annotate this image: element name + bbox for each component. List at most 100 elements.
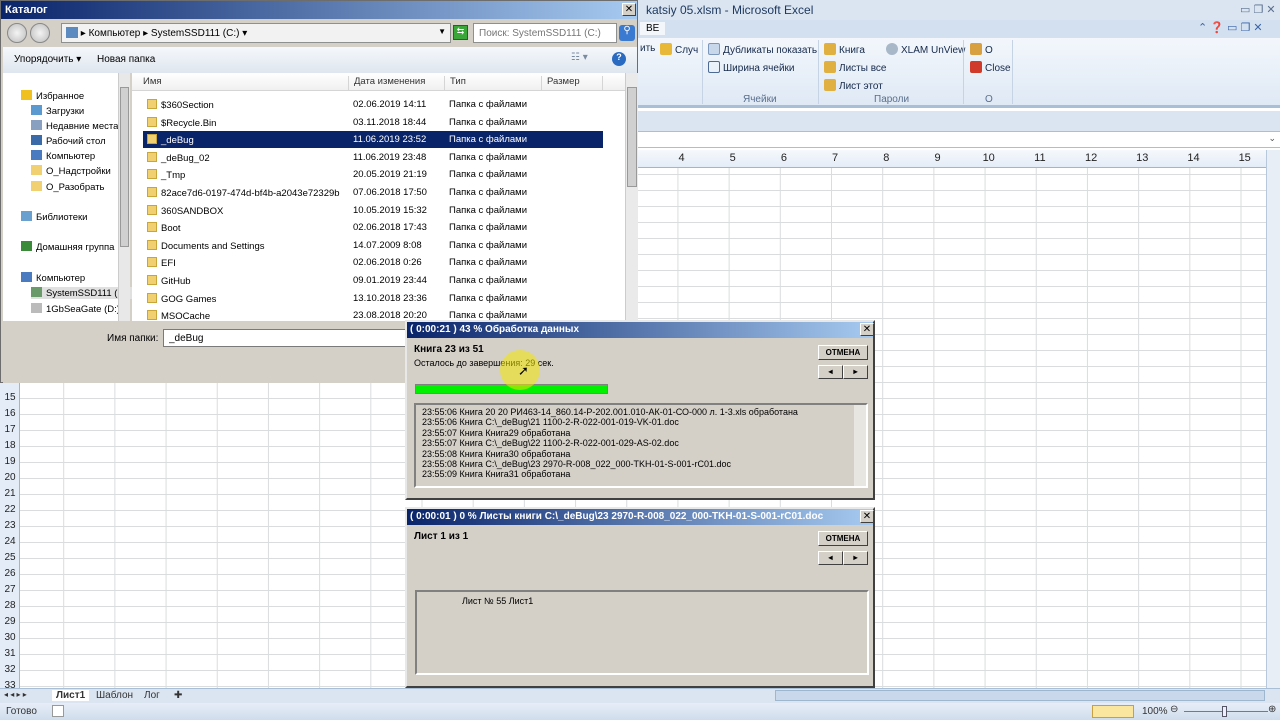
sheet-nav-arrows[interactable]: ◂ ◂ ▸ ▸	[4, 690, 27, 699]
prev-button[interactable]: ◂	[818, 365, 843, 379]
row-header[interactable]: 28	[0, 600, 20, 611]
address-bar[interactable]: ▸ Компьютер ▸ SystemSSD111 (C:) ▾ ▼	[61, 23, 451, 43]
close-icon[interactable]: ✕	[860, 323, 874, 336]
zoom-in-icon[interactable]: ⊕	[1268, 704, 1276, 715]
view-buttons[interactable]	[1092, 705, 1134, 718]
file-row[interactable]: $Recycle.Bin 03.11.2018 18:44 Папка с файл…	[143, 114, 603, 131]
column-header[interactable]: 8	[861, 152, 912, 164]
column-header[interactable]: 10	[963, 152, 1014, 164]
ribbon-btn-cell-width[interactable]: Ширина ячейки	[708, 61, 795, 74]
column-name[interactable]: Имя	[138, 76, 162, 91]
file-row[interactable]: $360Section 02.06.2019 14:11 Папка с файла…	[143, 96, 603, 113]
column-header[interactable]: 6	[758, 152, 809, 164]
forward-button[interactable]	[30, 23, 50, 43]
file-row[interactable]: 82ace7d6-0197-474d-bf4b-a2043e72329b 07.0…	[143, 184, 603, 201]
zoom-out-icon[interactable]: ⊖	[1170, 704, 1178, 715]
vertical-scrollbar[interactable]	[1266, 150, 1280, 688]
column-header[interactable]: 14	[1168, 152, 1219, 164]
nav-item[interactable]: О_Надстройки	[31, 165, 111, 177]
ribbon-btn-duplicates[interactable]: Дубликаты показать	[708, 43, 817, 56]
row-header[interactable]: 27	[0, 584, 20, 595]
row-header[interactable]: 21	[0, 488, 20, 499]
file-row[interactable]: 360SANDBOX 10.05.2019 15:32 Папка с файлам…	[143, 202, 603, 219]
row-header[interactable]: 17	[0, 424, 20, 435]
nav-item[interactable]: Домашняя группа	[21, 241, 114, 253]
sheet-log-textbox[interactable]: Лист № 55 Лист1	[415, 590, 869, 675]
back-button[interactable]	[7, 23, 27, 43]
nav-item[interactable]: Недавние места	[31, 120, 118, 132]
column-type[interactable]: Тип	[444, 76, 466, 91]
nav-scrollbar[interactable]	[118, 73, 130, 321]
column-header[interactable]: 9	[912, 152, 963, 164]
sheet-tab-2[interactable]: Шаблон	[96, 690, 133, 701]
zoom-level[interactable]: 100%	[1142, 706, 1168, 717]
next-button[interactable]: ▸	[843, 365, 868, 379]
ribbon-btn-close[interactable]: Close	[970, 61, 1011, 74]
row-header[interactable]: 26	[0, 568, 20, 579]
nav-item[interactable]: О_Разобрать	[31, 181, 105, 193]
column-date[interactable]: Дата изменения	[348, 76, 425, 91]
nav-item[interactable]: 1GbSeaGate (D:)	[31, 303, 120, 315]
sheet-tab-3[interactable]: Лог	[144, 690, 160, 701]
log-scrollbar[interactable]	[854, 405, 866, 486]
help-icon[interactable]: ?	[612, 52, 626, 66]
column-header[interactable]: 13	[1117, 152, 1168, 164]
refresh-icon[interactable]: ⇆	[453, 25, 468, 40]
address-dropdown-icon[interactable]: ▼	[438, 27, 446, 36]
help-icon[interactable]: ⌃ ❓ ▭ ❐ ✕	[1198, 21, 1263, 34]
file-row[interactable]: GitHub 09.01.2019 23:44 Папка с файлами	[143, 272, 603, 289]
row-header[interactable]: 18	[0, 440, 20, 451]
row-header[interactable]: 20	[0, 472, 20, 483]
column-header[interactable]: 4	[656, 152, 707, 164]
file-row[interactable]: _Tmp 20.05.2019 21:19 Папка с файлами	[143, 166, 603, 183]
nav-item[interactable]: Библиотеки	[21, 211, 87, 223]
ribbon-btn-book[interactable]: Книга	[824, 43, 865, 56]
file-row[interactable]: GOG Games 13.10.2018 23:36 Папка с файлами	[143, 290, 603, 307]
row-header[interactable]: 16	[0, 408, 20, 419]
nav-item[interactable]: Компьютер	[21, 272, 85, 284]
row-header[interactable]: 31	[0, 648, 20, 659]
search-icon[interactable]: ⚲	[619, 25, 635, 41]
prev-button[interactable]: ◂	[818, 551, 843, 565]
row-header[interactable]: 22	[0, 504, 20, 515]
row-header[interactable]: 29	[0, 616, 20, 627]
file-list-scrollbar[interactable]	[625, 73, 638, 321]
cancel-button[interactable]: ОТМЕНА	[818, 531, 868, 546]
breadcrumb-computer[interactable]: Компьютер	[89, 28, 141, 39]
row-header[interactable]: 19	[0, 456, 20, 467]
ribbon-btn-about[interactable]: О	[970, 43, 993, 56]
row-header[interactable]: 25	[0, 552, 20, 563]
view-options-icon[interactable]: ☷ ▾	[571, 52, 588, 63]
file-row[interactable]: _deBug_02 11.06.2019 23:48 Папка с файлами	[143, 149, 603, 166]
row-header[interactable]: 24	[0, 536, 20, 547]
column-header[interactable]: 15	[1219, 152, 1270, 164]
column-header[interactable]: 5	[707, 152, 758, 164]
nav-item[interactable]: Рабочий стол	[31, 135, 106, 147]
column-header[interactable]: 12	[1066, 152, 1117, 164]
file-row[interactable]: Documents and Settings 14.07.2009 8:08 Пап…	[143, 237, 603, 254]
row-header[interactable]: 23	[0, 520, 20, 531]
search-input[interactable]	[473, 23, 617, 43]
folder-name-input[interactable]	[163, 329, 413, 347]
column-header[interactable]: 7	[810, 152, 861, 164]
organize-button[interactable]: Упорядочить ▾	[14, 54, 81, 65]
cancel-button[interactable]: ОТМЕНА	[818, 345, 868, 360]
insert-sheet-icon[interactable]: ✚	[174, 690, 182, 701]
nav-item[interactable]: Избранное	[21, 90, 84, 102]
nav-item[interactable]: Компьютер	[31, 150, 95, 162]
log-textbox[interactable]: 23:55:06 Книга 20 20 РИ463-14_860.14-Р-2…	[414, 403, 868, 488]
row-header[interactable]: 32	[0, 664, 20, 675]
file-row[interactable]: EFI 02.06.2018 0:26 Папка с файлами	[143, 254, 603, 271]
next-button[interactable]: ▸	[843, 551, 868, 565]
ribbon-btn-sheet-this[interactable]: Лист этот	[824, 79, 883, 92]
file-row[interactable]: _deBug 11.06.2019 23:52 Папка с файлами	[143, 131, 603, 149]
window-controls[interactable]: ▭ ❐ ✕	[1240, 3, 1276, 16]
ribbon-btn-xlam-unview[interactable]: XLAM UnView	[886, 43, 965, 56]
sheet-tab-1[interactable]: Лист1	[52, 690, 90, 701]
nav-item[interactable]: Загрузки	[31, 105, 84, 117]
ribbon-btn-partial[interactable]: ить	[640, 43, 655, 54]
row-header[interactable]: 15	[0, 392, 20, 403]
new-folder-button[interactable]: Новая папка	[97, 54, 155, 65]
file-row[interactable]: Boot 02.06.2018 17:43 Папка с файлами	[143, 219, 603, 236]
row-header[interactable]: 30	[0, 632, 20, 643]
